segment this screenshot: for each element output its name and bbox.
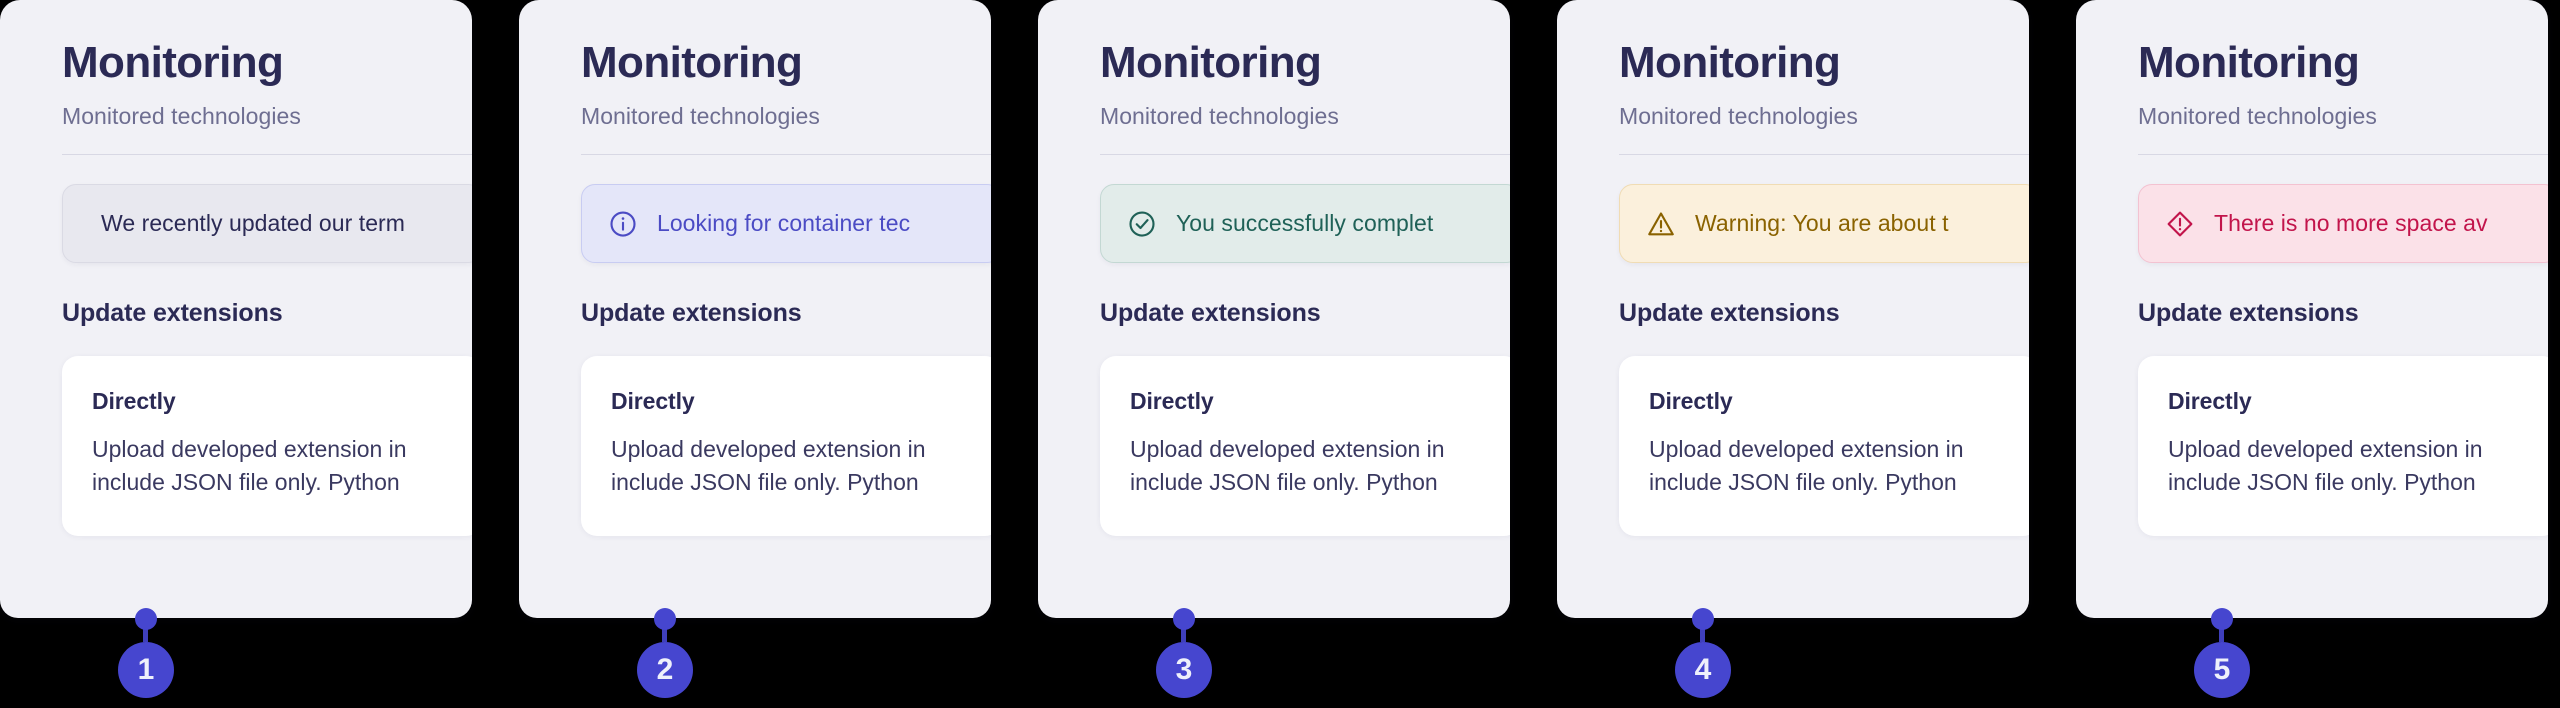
header-divider [2138,154,2548,156]
alert-message: There is no more space av [2214,210,2488,237]
subcard-title: Directly [92,388,176,415]
callout-connector [1700,628,1705,642]
error-diamond-icon [2163,207,2197,241]
page-subtitle: Monitored technologies [1619,103,1858,130]
subcard-body: Upload developed extension in include JS… [92,436,407,495]
alert-message: We recently updated our term [101,210,405,237]
monitoring-card: Monitoring Monitored technologies You su… [1038,0,1510,618]
extension-subcard[interactable]: Directly Upload developed extension in i… [1619,356,2029,537]
section-heading-update-extensions: Update extensions [581,299,802,328]
alert-banner-neutral[interactable]: We recently updated our term [62,184,472,264]
callout-connector [2219,628,2224,642]
alert-banner-info[interactable]: Looking for container tec [581,184,991,264]
alert-banner-success[interactable]: You successfully complet [1100,184,1510,264]
callout-badge-3[interactable]: 3 [1156,642,1212,698]
callout-badge-4[interactable]: 4 [1675,642,1731,698]
monitoring-card: Monitoring Monitored technologies We rec… [0,0,472,618]
page-subtitle: Monitored technologies [2138,103,2377,130]
alert-message: Looking for container tec [657,210,911,237]
subcard-title: Directly [1130,388,1214,415]
page-subtitle: Monitored technologies [62,103,301,130]
section-heading-update-extensions: Update extensions [2138,299,2359,328]
subcard-title: Directly [2168,388,2252,415]
alert-banner-warning[interactable]: Warning: You are about t [1619,184,2029,264]
panel-3: Monitoring Monitored technologies You su… [1038,0,1557,708]
panel-4: Monitoring Monitored technologies Warnin… [1557,0,2076,708]
panel-5: Monitoring Monitored technologies There … [2076,0,2560,708]
panel-strip: Monitoring Monitored technologies We rec… [0,0,2560,708]
alert-banner-error[interactable]: There is no more space av [2138,184,2548,264]
section-heading-update-extensions: Update extensions [1100,299,1321,328]
callout-connector [1181,628,1186,642]
header-divider [581,154,991,156]
panel-2: Monitoring Monitored technologies Lookin… [519,0,1038,708]
header-divider [1619,154,2029,156]
extension-subcard[interactable]: Directly Upload developed extension in i… [581,356,991,537]
callout-badge-1[interactable]: 1 [118,642,174,698]
subcard-body: Upload developed extension in include JS… [2168,436,2483,495]
callout-badge-2[interactable]: 2 [637,642,693,698]
check-circle-icon [1125,207,1159,241]
monitoring-card: Monitoring Monitored technologies Warnin… [1557,0,2029,618]
info-circle-icon [606,207,640,241]
page-title: Monitoring [1100,38,1322,87]
subcard-title: Directly [611,388,695,415]
extension-subcard[interactable]: Directly Upload developed extension in i… [2138,356,2548,537]
alert-message: You successfully complet [1176,210,1434,237]
header-divider [62,154,472,156]
subcard-title: Directly [1649,388,1733,415]
callout-badge-5[interactable]: 5 [2194,642,2250,698]
section-heading-update-extensions: Update extensions [1619,299,1840,328]
monitoring-card: Monitoring Monitored technologies There … [2076,0,2548,618]
monitoring-card: Monitoring Monitored technologies Lookin… [519,0,991,618]
alert-message: Warning: You are about t [1695,210,1949,237]
screenshot-stage: Monitoring Monitored technologies We rec… [0,0,2560,708]
subcard-body: Upload developed extension in include JS… [1649,436,1964,495]
callout-edge-dot [135,608,157,630]
panel-1: Monitoring Monitored technologies We rec… [0,0,519,708]
page-subtitle: Monitored technologies [581,103,820,130]
callout-edge-dot [1173,608,1195,630]
callout-edge-dot [2211,608,2233,630]
page-subtitle: Monitored technologies [1100,103,1339,130]
subcard-body: Upload developed extension in include JS… [611,436,926,495]
page-title: Monitoring [1619,38,1841,87]
page-title: Monitoring [2138,38,2360,87]
subcard-body: Upload developed extension in include JS… [1130,436,1445,495]
callout-edge-dot [1692,608,1714,630]
section-heading-update-extensions: Update extensions [62,299,283,328]
page-title: Monitoring [581,38,803,87]
warning-triangle-icon [1644,207,1678,241]
callout-edge-dot [654,608,676,630]
extension-subcard[interactable]: Directly Upload developed extension in i… [62,356,472,537]
callout-connector [662,628,667,642]
extension-subcard[interactable]: Directly Upload developed extension in i… [1100,356,1510,537]
header-divider [1100,154,1510,156]
page-title: Monitoring [62,38,284,87]
callout-connector [143,628,148,642]
